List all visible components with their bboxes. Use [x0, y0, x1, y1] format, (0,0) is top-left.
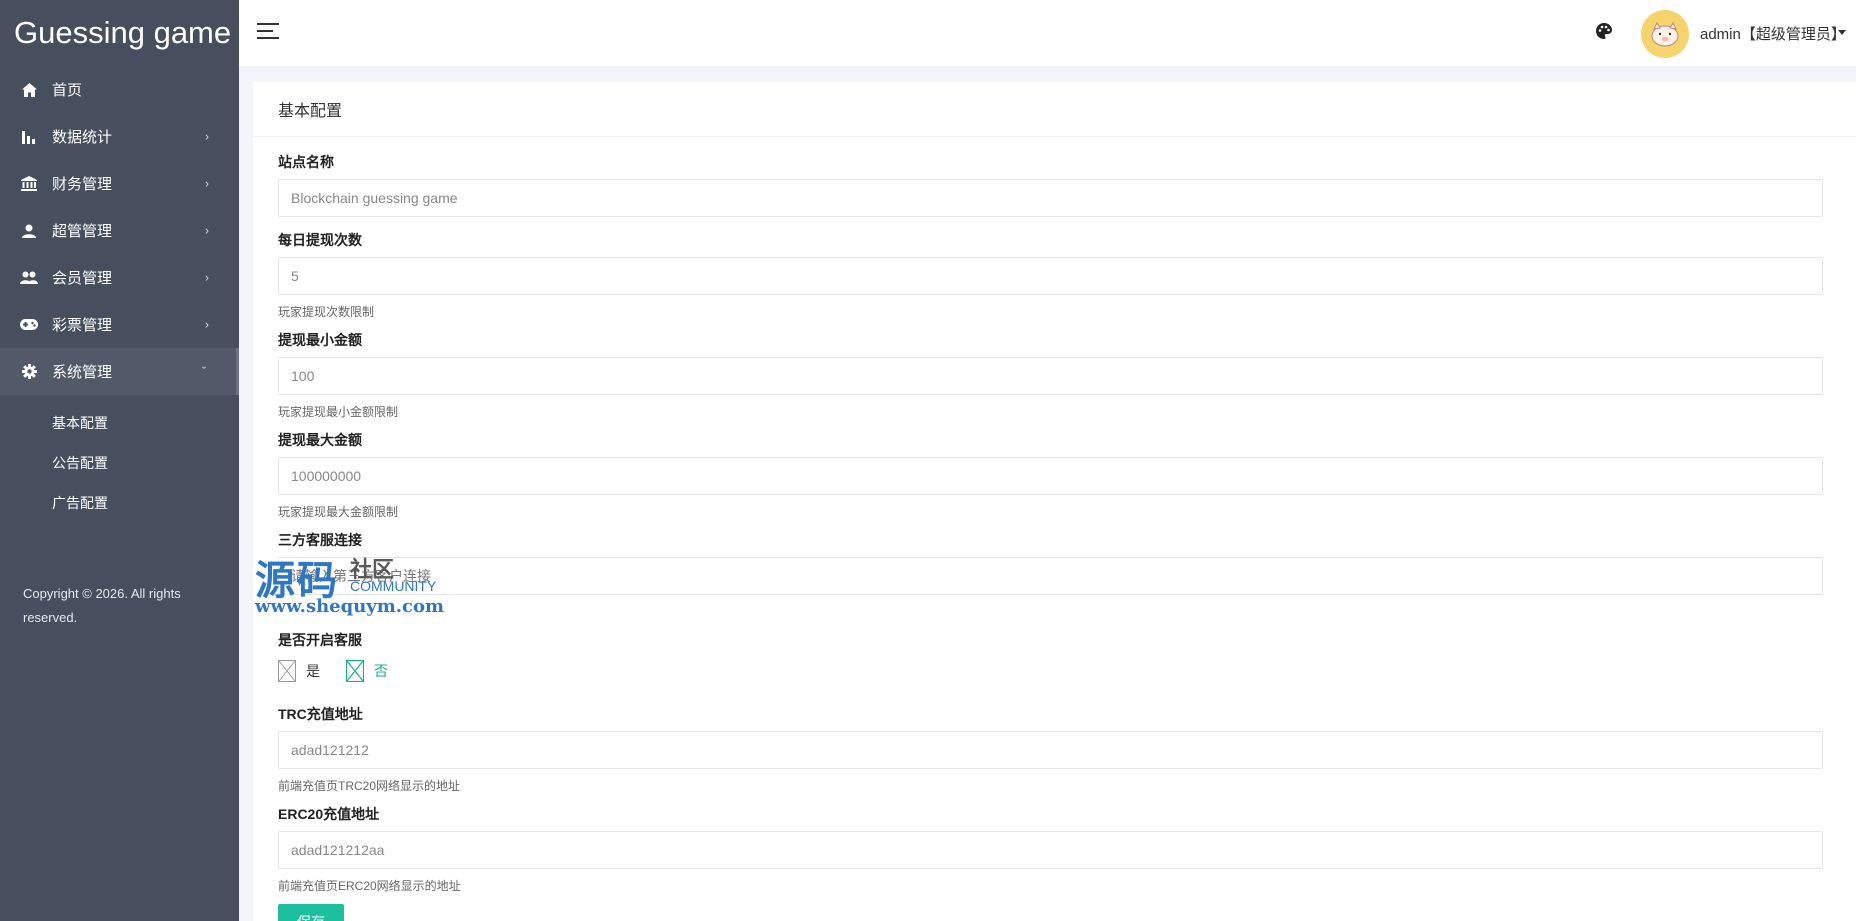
sidebar-item-home[interactable]: 首页 [0, 66, 239, 113]
save-button[interactable]: 保存 [278, 904, 344, 921]
radio-label: 是 [306, 663, 320, 679]
field-trc-address: TRC充值地址 前端充值页TRC20网络显示的地址 [278, 704, 1823, 794]
sidebar-item-data-stats[interactable]: 数据统计 › [0, 113, 239, 160]
chevron-right-icon: › [205, 222, 209, 237]
avatar[interactable] [1641, 10, 1689, 58]
field-site-name: 站点名称 [278, 152, 1823, 217]
field-label: 是否开启客服 [278, 632, 362, 648]
field-help: 前端充值页TRC20网络显示的地址 [278, 779, 461, 793]
sidebar-item-label: 会员管理 [52, 270, 113, 287]
radio-yes[interactable]: 是 [278, 660, 320, 682]
daily-withdraw-input[interactable] [278, 257, 1823, 295]
radio-unchecked-icon [278, 660, 296, 682]
hamburger-menu-icon[interactable] [257, 23, 279, 43]
sidebar-item-label: 系统管理 [52, 364, 113, 381]
min-withdraw-input[interactable] [278, 357, 1823, 395]
sidebar-item-finance[interactable]: 财务管理 › [0, 160, 239, 207]
field-label: 提现最小金额 [278, 332, 362, 348]
chevron-right-icon: › [205, 175, 209, 190]
service-radio-group: 是 否 [278, 657, 1823, 685]
gamepad-icon [20, 316, 38, 334]
submenu-item-notice-config[interactable]: 公告配置 [0, 443, 239, 483]
field-label: 每日提现次数 [278, 232, 362, 248]
field-service-link: 三方客服连接 [278, 530, 1823, 595]
submenu-item-basic-config[interactable]: 基本配置 [0, 403, 239, 443]
field-help: 玩家提现次数限制 [278, 305, 375, 319]
service-link-input[interactable] [278, 557, 1823, 595]
field-erc-address: ERC20充值地址 前端充值页ERC20网络显示的地址 [278, 804, 1823, 894]
field-help: 前端充值页ERC20网络显示的地址 [278, 879, 461, 893]
field-label: TRC充值地址 [278, 706, 363, 722]
palette-icon[interactable] [1595, 22, 1615, 42]
sidebar-item-label: 超管管理 [52, 223, 113, 240]
gear-icon [20, 363, 38, 381]
sidebar-item-system[interactable]: 系统管理 ˇ [0, 348, 239, 395]
field-help: 玩家提现最小金额限制 [278, 405, 399, 419]
home-icon [20, 81, 38, 99]
sidebar-item-label: 首页 [52, 82, 83, 99]
top-header: admin【超级管理员】 [239, 0, 1856, 66]
field-label: 三方客服连接 [278, 532, 362, 548]
chevron-right-icon: › [205, 269, 209, 284]
radio-checked-icon [346, 660, 364, 682]
field-max-withdraw: 提现最大金额 玩家提现最大金额限制 [278, 430, 1823, 520]
basic-config-card: 基本配置 站点名称 每日提现次数 玩家提现次数限制 提现最小金额 玩家提现最小金… [253, 82, 1856, 921]
caret-down-icon[interactable] [1838, 30, 1846, 35]
field-label: 提现最大金额 [278, 432, 362, 448]
field-daily-withdraw: 每日提现次数 玩家提现次数限制 [278, 230, 1823, 320]
sidebar: Guessing game 首页 数据统计 › 财务管理 › 超管管理 › 会员… [0, 0, 239, 921]
sidebar-item-lottery[interactable]: 彩票管理 › [0, 301, 239, 348]
sidebar-item-label: 财务管理 [52, 176, 113, 193]
radio-label: 否 [374, 663, 388, 679]
bank-icon [20, 175, 38, 193]
sidebar-item-label: 彩票管理 [52, 317, 113, 334]
sidebar-menu: 首页 数据统计 › 财务管理 › 超管管理 › 会员管理 › 彩票管理 › 系统… [0, 66, 239, 395]
users-icon [20, 269, 38, 287]
brand-title[interactable]: Guessing game [0, 0, 239, 66]
field-help: 玩家提现最大金额限制 [278, 505, 399, 519]
copyright-text: Copyright © 2026. All rights reserved. [23, 586, 181, 625]
erc-address-input[interactable] [278, 831, 1823, 869]
chevron-down-icon: ˇ [202, 363, 206, 378]
sidebar-item-label: 数据统计 [52, 129, 113, 146]
trc-address-input[interactable] [278, 731, 1823, 769]
site-name-input[interactable] [278, 179, 1823, 217]
user-menu[interactable]: admin【超级管理员】 [1700, 23, 1846, 44]
field-label: ERC20充值地址 [278, 806, 380, 822]
chevron-right-icon: › [205, 316, 209, 331]
card-title: 基本配置 [253, 82, 1856, 137]
field-min-withdraw: 提现最小金额 玩家提现最小金额限制 [278, 330, 1823, 420]
bar-chart-icon [20, 128, 38, 146]
chevron-right-icon: › [205, 128, 209, 143]
max-withdraw-input[interactable] [278, 457, 1823, 495]
sidebar-item-members[interactable]: 会员管理 › [0, 254, 239, 301]
user-icon [20, 222, 38, 240]
field-label: 站点名称 [278, 154, 334, 170]
field-service-enabled: 是否开启客服 是 否 [278, 630, 1823, 685]
radio-no[interactable]: 否 [346, 660, 388, 682]
sidebar-item-super-admin[interactable]: 超管管理 › [0, 207, 239, 254]
submenu-item-ad-config[interactable]: 广告配置 [0, 483, 239, 523]
system-submenu: 基本配置 公告配置 广告配置 [0, 395, 239, 523]
